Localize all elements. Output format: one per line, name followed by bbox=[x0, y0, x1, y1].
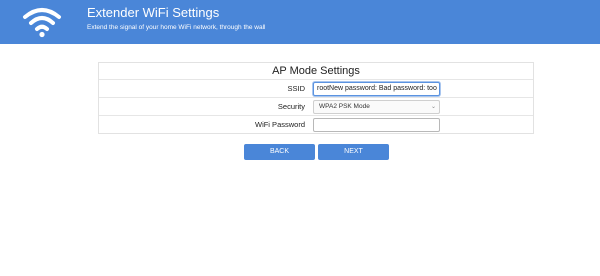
ssid-label: SSID bbox=[287, 84, 305, 93]
security-label: Security bbox=[277, 102, 305, 111]
security-select[interactable]: WPA2 PSK Mode ⌄ bbox=[313, 100, 440, 114]
next-button[interactable]: NEXT bbox=[318, 144, 389, 160]
back-button[interactable]: BACK bbox=[244, 144, 315, 160]
ssid-input[interactable]: rootNew password: Bad password: too bbox=[313, 82, 440, 96]
security-selected-value: WPA2 PSK Mode bbox=[319, 103, 370, 110]
ap-mode-settings-panel: AP Mode Settings SSID rootNew password: … bbox=[98, 62, 534, 134]
wifi-password-input[interactable] bbox=[313, 118, 440, 132]
header-bar: Extender WiFi Settings Extend the signal… bbox=[0, 0, 600, 44]
page-title: Extender WiFi Settings bbox=[87, 5, 220, 20]
security-row: Security WPA2 PSK Mode ⌄ bbox=[99, 98, 533, 116]
chevron-updown-icon: ⌄ bbox=[430, 104, 436, 110]
panel-title: AP Mode Settings bbox=[99, 63, 533, 80]
ssid-row: SSID rootNew password: Bad password: too bbox=[99, 80, 533, 98]
wifi-password-label: WiFi Password bbox=[254, 120, 305, 129]
page-subtitle: Extend the signal of your home WiFi netw… bbox=[87, 24, 266, 31]
wifi-password-row: WiFi Password bbox=[99, 116, 533, 134]
wifi-icon bbox=[23, 8, 61, 38]
